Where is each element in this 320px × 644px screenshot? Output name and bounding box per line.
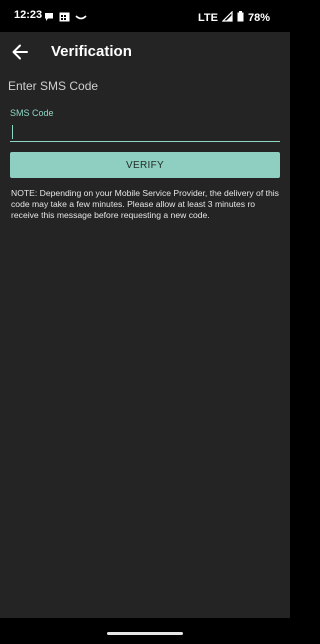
battery-percentage: 78% bbox=[247, 12, 270, 24]
chat-bubble-icon bbox=[44, 9, 54, 27]
verification-screen: 12:23 LTE 78% Verification Enter SMS Cod… bbox=[0, 0, 290, 644]
amazon-smile-icon bbox=[75, 9, 87, 27]
navigation-bar bbox=[0, 618, 290, 644]
battery-icon bbox=[237, 9, 244, 27]
notification-icons bbox=[44, 9, 87, 27]
signal-icon bbox=[221, 9, 233, 27]
page-title: Verification bbox=[51, 43, 132, 60]
text-cursor bbox=[12, 125, 13, 139]
status-bar: 12:23 LTE 78% bbox=[0, 0, 290, 32]
calendar-grid-icon bbox=[59, 9, 70, 27]
status-time: 12:23 bbox=[14, 9, 43, 21]
system-icons: LTE 78% bbox=[198, 9, 270, 27]
sms-code-input[interactable] bbox=[10, 122, 280, 142]
app-bar: Verification bbox=[0, 32, 290, 72]
section-heading: Enter SMS Code bbox=[8, 79, 99, 93]
verify-button[interactable]: VERIFY bbox=[10, 152, 280, 178]
arrow-left-icon bbox=[12, 44, 28, 60]
back-button[interactable] bbox=[9, 40, 33, 64]
home-gesture-handle[interactable] bbox=[107, 632, 183, 635]
network-type: LTE bbox=[198, 12, 218, 24]
delivery-note: NOTE: Depending on your Mobile Service P… bbox=[11, 188, 279, 220]
sms-code-label: SMS Code bbox=[10, 108, 54, 118]
